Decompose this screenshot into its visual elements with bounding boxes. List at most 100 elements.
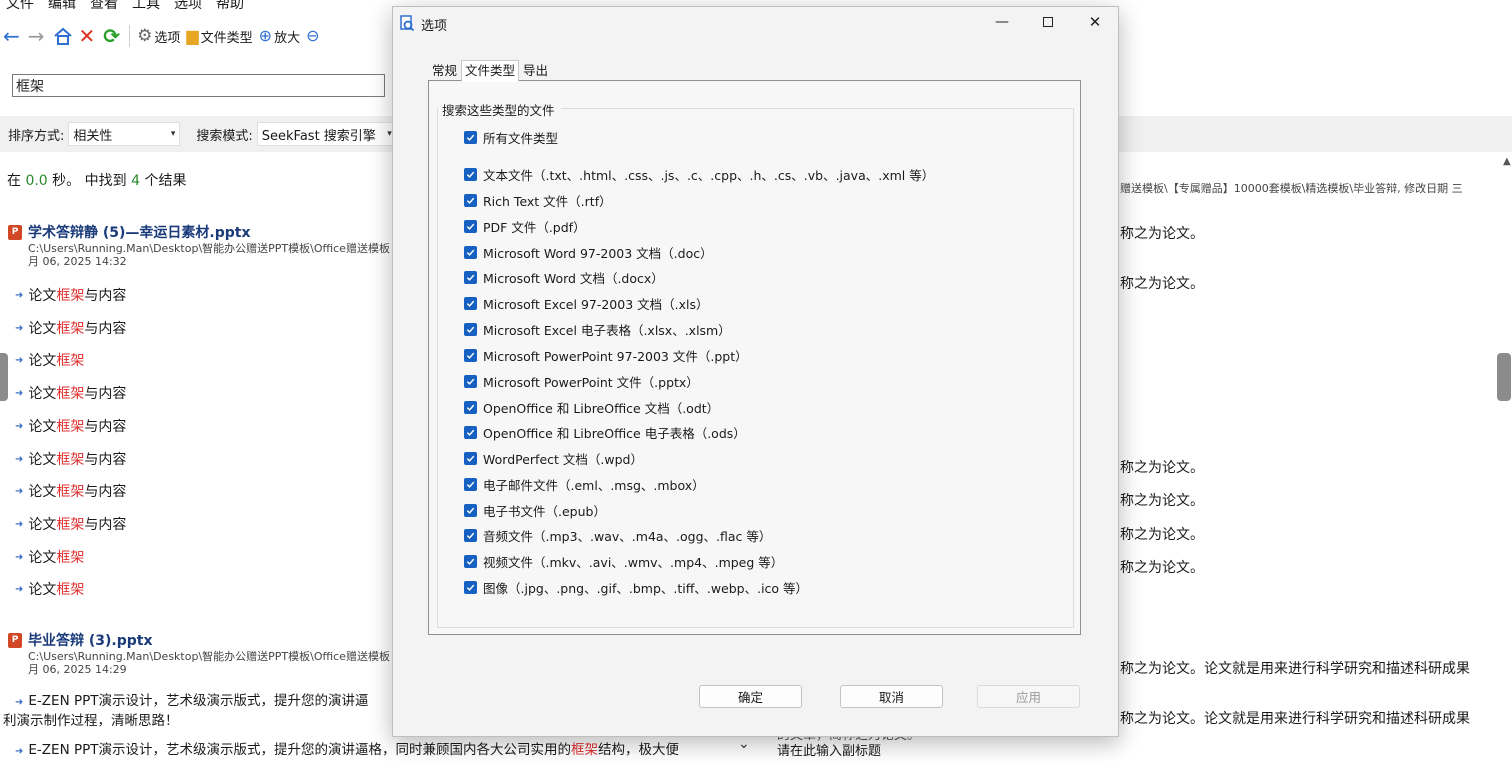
result-file[interactable]: P 学术答辩静 (5)—幸运日素材.pptx C:\Users\Running.… [8,222,390,268]
dialog-titlebar[interactable]: 选项 — ✕ [393,7,1118,39]
stop-button[interactable]: ✕ [76,22,101,50]
checkbox-file-type[interactable]: 音频文件（.mp3、.wav、.m4a、.ogg、.flac 等） [464,526,771,545]
checkbox-file-type[interactable]: 电子邮件文件（.eml、.msg、.mbox） [464,475,705,494]
checkbox-file-type[interactable]: 文本文件（.txt、.html、.css、.js、.c、.cpp、.h、.cs、… [464,165,934,184]
checkbox-file-type[interactable]: OpenOffice 和 LibreOffice 电子表格（.ods） [464,423,746,442]
arrow-right-icon: ➜ [15,551,24,563]
checkbox-file-type[interactable]: Microsoft PowerPoint 97-2003 文件（.ppt） [464,346,748,365]
checkbox-checked-icon[interactable] [464,271,477,284]
checkbox-checked-icon[interactable] [464,220,477,233]
checkbox-file-type[interactable]: 视频文件（.mkv、.avi、.wmv、.mp4、.mpeg 等） [464,552,783,571]
app-icon [400,15,414,31]
checkbox-file-type[interactable]: Microsoft Excel 97-2003 文档（.xls） [464,294,709,313]
checkbox-checked-icon[interactable] [464,529,477,542]
forward-button[interactable]: → [25,22,50,50]
preview-line: 称之为论文。 [1120,493,1204,509]
checkbox-checked-icon[interactable] [464,452,477,465]
result-path: C:\Users\Running.Man\Desktop\智能办公赠送PPT模板… [28,650,390,663]
checkbox-all-types[interactable]: 所有文件类型 [464,128,558,147]
tab-bar: 常规 文件类型 导出 [428,60,552,82]
minimize-button[interactable]: — [979,7,1025,37]
checkbox-file-type[interactable]: OpenOffice 和 LibreOffice 文档（.odt） [464,398,719,417]
checkbox-file-type[interactable]: 电子书文件（.epub） [464,501,606,520]
checkbox-checked-icon[interactable] [464,401,477,414]
checkbox-checked-icon[interactable] [464,504,477,517]
checkbox-checked-icon[interactable] [464,323,477,336]
checkbox-checked-icon[interactable] [464,581,477,594]
refresh-button[interactable]: ⟳ [100,22,125,50]
result-count: 4 [131,173,140,189]
collapse-icon[interactable]: ⌄ [738,736,750,752]
checkbox-file-type[interactable]: 图像（.jpg、.png、.gif、.bmp、.tiff、.webp、.ico … [464,578,808,597]
menu-tools[interactable]: 工具 [126,0,168,15]
checkbox-file-type[interactable]: WordPerfect 文档（.wpd） [464,449,643,468]
tab-export[interactable]: 导出 [519,60,552,81]
hit-item[interactable]: ➜ 论文 框架 [15,547,84,567]
scrollbar-thumb[interactable] [0,353,8,401]
hit-item[interactable]: ➜ 论文 框架 [15,579,84,599]
tab-file-types[interactable]: 文件类型 [461,60,520,82]
cancel-button[interactable]: 取消 [840,685,943,708]
hit-item[interactable]: ➜ 论文 框架 与内容 [15,449,126,469]
filetypes-button[interactable]: ▆ 文件类型 [183,22,255,50]
checkbox-checked-icon[interactable] [464,349,477,362]
checkbox-file-type[interactable]: Rich Text 文件（.rtf） [464,191,612,210]
result-file[interactable]: P 毕业答辩 (3).pptx C:\Users\Running.Man\Des… [8,630,390,676]
tab-general[interactable]: 常规 [428,60,461,81]
hit-item[interactable]: ➜ 论文 框架 与内容 [15,514,126,534]
hit-item[interactable]: ➜ 论文 框架 [15,350,84,370]
options-button[interactable]: ⚙ 选项 [134,22,183,50]
apply-button[interactable]: 应用 [977,685,1080,708]
home-button[interactable] [50,22,76,50]
result-title[interactable]: P 毕业答辩 (3).pptx [8,630,390,650]
menu-help[interactable]: 帮助 [210,0,252,15]
checkbox-file-type[interactable]: Microsoft Word 97-2003 文档（.doc） [464,243,713,262]
checkbox-file-type[interactable]: Microsoft Excel 电子表格（.xlsx、.xlsm） [464,320,731,339]
maximize-button[interactable] [1025,7,1071,37]
hit-item[interactable]: ➜ 论文 框架 与内容 [15,383,126,403]
checkbox-file-type[interactable]: PDF 文件（.pdf） [464,217,586,236]
checkbox-file-type[interactable]: Microsoft PowerPoint 文件（.pptx） [464,372,699,391]
menu-file[interactable]: 文件 [0,0,42,15]
result-date: 月 06, 2025 14:32 [28,255,127,268]
scrollbar-thumb[interactable] [1497,353,1511,401]
preview-line: 称之为论文。 [1120,276,1204,292]
menu-options[interactable]: 选项 [168,0,210,15]
checkbox-checked-icon[interactable] [464,555,477,568]
menu-view[interactable]: 查看 [84,0,126,15]
checkbox-file-type[interactable]: Microsoft Word 文档（.docx） [464,268,664,287]
preview-line: 称之为论文。 [1120,560,1204,576]
result-date: 月 06, 2025 14:29 [28,663,127,676]
menu-edit[interactable]: 编辑 [42,0,84,15]
scroll-up-icon[interactable]: ▲ [1503,156,1511,167]
zoom-in-button[interactable]: ⊕ 放大 [256,22,303,50]
checkbox-checked-icon[interactable] [464,246,477,259]
checkbox-checked-icon[interactable] [464,297,477,310]
hit-item[interactable]: ➜ 论文 框架 与内容 [15,481,126,501]
hit-item[interactable]: ➜ E-ZEN PPT演示设计，艺术级演示版式，提升您的演讲逼格，同时兼顾国内各大… [15,741,735,761]
checkbox-checked-icon[interactable] [464,478,477,491]
checkbox-checked-icon[interactable] [464,194,477,207]
ok-button[interactable]: 确定 [699,685,802,708]
sort-select[interactable]: 相关性 ▾ [68,122,181,146]
checkbox-checked-icon[interactable] [464,426,477,439]
close-icon: ✕ [1088,13,1102,31]
arrow-right-icon: ➜ [15,518,24,530]
checkbox-checked-icon[interactable] [464,375,477,388]
search-input[interactable] [12,74,385,97]
checkbox-checked-icon[interactable] [464,168,477,181]
back-button[interactable]: ← [0,22,25,50]
preview-line: 称之为论文。论文就是用来进行科学研究和描述科研成果 [1120,661,1470,677]
hit-item[interactable]: ➜ 论文 框架 与内容 [15,318,126,338]
powerpoint-icon: P [8,224,22,240]
arrow-right-icon: ➜ [15,289,24,301]
close-button[interactable]: ✕ [1072,7,1118,37]
zoom-in-label: 放大 [274,30,301,46]
zoom-out-button[interactable]: ⊖ [303,22,324,50]
checkbox-checked-icon[interactable] [464,131,477,144]
search-mode-select[interactable]: SeekFast 搜索引擎 ▾ [256,122,397,146]
result-title[interactable]: P 学术答辩静 (5)—幸运日素材.pptx [8,222,390,242]
hit-item[interactable]: ➜ 论文 框架 与内容 [15,285,126,305]
hit-item[interactable]: ➜ 论文 框架 与内容 [15,416,126,436]
hit-item[interactable]: ➜ E-ZEN PPT演示设计，艺术级演示版式，提升您的演讲逼 利演示制作过程，清… [3,692,395,730]
